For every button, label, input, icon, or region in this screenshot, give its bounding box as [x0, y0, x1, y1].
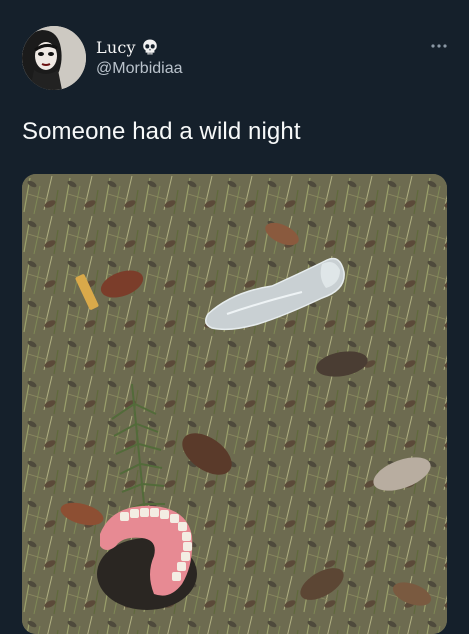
- tweet-photo[interactable]: [22, 174, 447, 634]
- tweet-header: Lucy @Morbidiaa: [22, 26, 447, 90]
- skull-icon: [141, 38, 159, 56]
- avatar[interactable]: [22, 26, 86, 90]
- author-names: Lucy @Morbidiaa: [96, 36, 183, 78]
- display-name[interactable]: Lucy: [96, 38, 136, 57]
- more-horizontal-icon[interactable]: [429, 38, 449, 48]
- display-name-row[interactable]: Lucy: [96, 36, 183, 58]
- avatar-image: [22, 26, 86, 90]
- user-handle[interactable]: @Morbidiaa: [96, 60, 183, 78]
- tweet-card: Lucy @Morbidiaa Someone had a wild night: [0, 0, 469, 634]
- photo-image: [22, 174, 447, 634]
- tweet-text: Someone had a wild night: [22, 118, 301, 145]
